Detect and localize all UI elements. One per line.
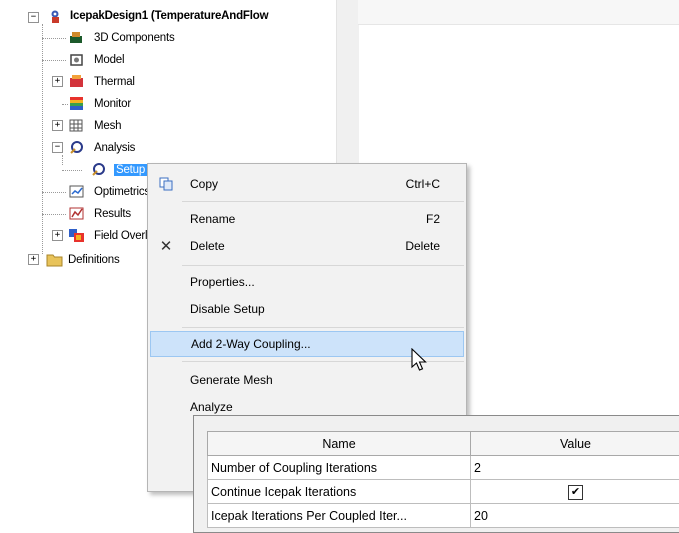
tree-item-results[interactable]: Results <box>94 204 131 224</box>
menu-item-properties[interactable]: Properties... <box>150 270 462 294</box>
menu-item-label: Delete <box>190 234 225 258</box>
property-value-input[interactable]: 2 <box>471 456 679 480</box>
tree-item-setup[interactable]: Setup <box>114 160 147 180</box>
right-pane-header <box>358 0 679 25</box>
tree-item-label: Analysis <box>94 142 135 154</box>
copy-icon <box>158 176 174 192</box>
tree-connector <box>42 38 66 39</box>
table-row: Continue Icepak Iterations ✔ <box>208 480 679 504</box>
property-value-cell: ✔ <box>471 480 679 504</box>
expand-toggle[interactable]: + <box>52 120 63 131</box>
tree-item-definitions[interactable]: Definitions <box>68 250 120 270</box>
mesh-icon <box>68 118 85 133</box>
menu-separator <box>182 201 464 202</box>
tree-item-monitor[interactable]: Monitor <box>94 94 131 114</box>
tree-item-label: Results <box>94 208 131 220</box>
property-name: Number of Coupling Iterations <box>208 456 471 480</box>
property-name: Continue Icepak Iterations <box>208 480 471 504</box>
delete-icon: ✕ <box>158 238 174 254</box>
continue-iterations-checkbox[interactable]: ✔ <box>568 485 583 500</box>
menu-item-label: Rename <box>190 207 235 231</box>
column-header-name[interactable]: Name <box>208 432 471 456</box>
menu-item-shortcut: F2 <box>426 207 440 231</box>
expand-toggle[interactable]: − <box>52 142 63 153</box>
tree-item-analysis[interactable]: Analysis <box>94 138 135 158</box>
folder-icon <box>46 252 63 267</box>
tree-item-label: Definitions <box>68 254 120 266</box>
table-row: Number of Coupling Iterations 2 <box>208 456 679 480</box>
design-icon <box>47 9 64 24</box>
tree-root-design[interactable]: IcepakDesign1 (TemperatureAndFlow <box>70 6 268 26</box>
menu-item-label: Disable Setup <box>190 297 265 321</box>
tree-item-label: Setup <box>114 164 147 176</box>
tree-item-label: Model <box>94 54 124 66</box>
tree-connector <box>42 60 66 61</box>
optimetrics-icon <box>68 184 85 199</box>
tree-connector <box>42 24 43 254</box>
menu-item-label: Add 2-Way Coupling... <box>191 332 311 356</box>
expand-toggle[interactable]: + <box>28 254 39 265</box>
tree-item-mesh[interactable]: Mesh <box>94 116 121 136</box>
tree-connector <box>42 214 66 215</box>
tree-item-label: Thermal <box>94 76 135 88</box>
mouse-pointer-icon <box>410 348 430 374</box>
menu-item-delete[interactable]: ✕ Delete Delete <box>150 234 462 258</box>
table-header-row: Name Value <box>208 432 679 456</box>
model-icon <box>68 52 85 67</box>
menu-item-shortcut: Delete <box>405 234 440 258</box>
tree-connector <box>42 192 66 193</box>
setup-icon <box>90 162 107 177</box>
tree-item-thermal[interactable]: Thermal <box>94 72 135 92</box>
menu-item-copy[interactable]: Copy Ctrl+C <box>150 172 462 196</box>
tree-connector <box>62 170 82 171</box>
tree-item-label: 3D Components <box>94 32 175 44</box>
menu-item-rename[interactable]: Rename F2 <box>150 207 462 231</box>
tree-item-optimetrics[interactable]: Optimetrics <box>94 182 150 202</box>
monitor-icon <box>68 96 85 111</box>
menu-item-label: Copy <box>190 172 218 196</box>
tree-item-3d-components[interactable]: 3D Components <box>94 28 175 48</box>
menu-item-label: Generate Mesh <box>190 368 273 392</box>
analysis-icon <box>68 140 85 155</box>
column-header-value[interactable]: Value <box>471 432 679 456</box>
tree-connector <box>62 155 63 165</box>
property-name: Icepak Iterations Per Coupled Iter... <box>208 504 471 528</box>
menu-item-disable-setup[interactable]: Disable Setup <box>150 297 462 321</box>
expand-toggle[interactable]: − <box>28 12 39 23</box>
tree-item-label: Monitor <box>94 98 131 110</box>
menu-item-shortcut: Ctrl+C <box>406 172 440 196</box>
tree-item-label: Mesh <box>94 120 121 132</box>
expand-toggle[interactable]: + <box>52 76 63 87</box>
expand-toggle[interactable]: + <box>52 230 63 241</box>
tree-item-label: Optimetrics <box>94 186 150 198</box>
thermal-icon <box>68 74 85 89</box>
properties-panel: Name Value Number of Coupling Iterations… <box>193 415 679 533</box>
menu-item-label: Properties... <box>190 270 255 294</box>
table-row: Icepak Iterations Per Coupled Iter... 20 <box>208 504 679 528</box>
results-icon <box>68 206 85 221</box>
field-overlays-icon <box>68 228 85 243</box>
property-value-input[interactable]: 20 <box>471 504 679 528</box>
tree-root-label: IcepakDesign1 (TemperatureAndFlow <box>70 10 268 22</box>
tree-item-model[interactable]: Model <box>94 50 124 70</box>
menu-separator <box>182 327 464 328</box>
menu-separator <box>182 265 464 266</box>
properties-table: Name Value Number of Coupling Iterations… <box>207 431 679 528</box>
components-icon <box>68 30 85 45</box>
